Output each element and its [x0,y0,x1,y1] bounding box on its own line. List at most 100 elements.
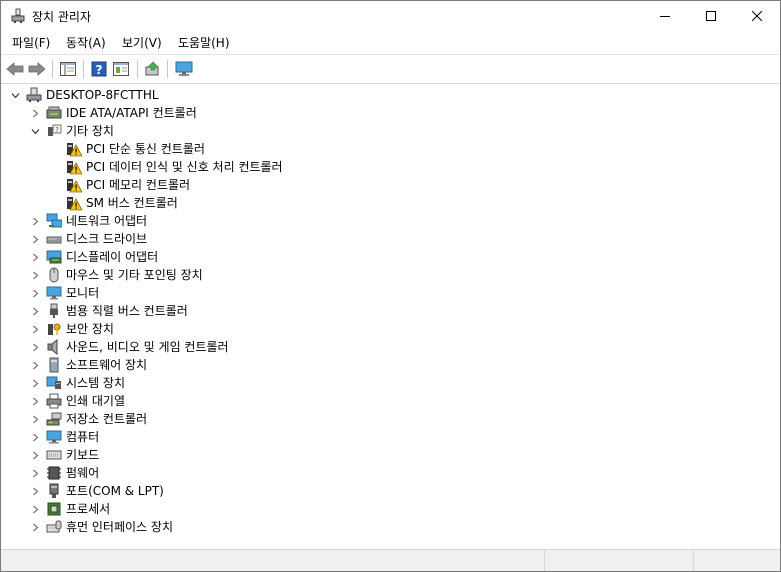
collapsed-chevron-icon[interactable] [29,248,41,266]
tree-node[interactable]: 보안 장치 [29,320,114,338]
svg-text:?: ? [55,126,59,134]
collapsed-chevron-icon[interactable] [29,374,41,392]
display-adapter-icon [45,249,63,265]
menu-action[interactable]: 동작(A) [64,34,108,51]
tree-node-label: IDE ATA/ATAPI 컨트롤러 [66,106,197,120]
tree-node[interactable]: PCI 단순 통신 컨트롤러 [49,140,205,158]
tree-node-label: 시스템 장치 [66,376,126,390]
hid-icon [45,519,63,535]
collapsed-chevron-icon[interactable] [29,356,41,374]
collapsed-chevron-icon[interactable] [29,302,41,320]
close-icon [752,11,762,21]
tree-node[interactable]: 인쇄 대기열 [29,392,125,410]
minimize-icon [660,16,670,17]
scan-hardware-monitor-icon [175,61,193,76]
maximize-button[interactable] [688,1,734,31]
security-device-icon [45,321,63,337]
network-adapter-icon [45,213,63,229]
collapsed-chevron-icon[interactable] [29,410,41,428]
tree-node-label: 디스크 드라이브 [66,232,148,246]
tree-node[interactable]: SM 버스 컨트롤러 [49,194,178,212]
tree-node[interactable]: 모니터 [29,284,99,302]
back-button[interactable] [5,59,25,79]
collapsed-chevron-icon[interactable] [29,500,41,518]
system-device-icon [45,375,63,391]
update-driver-icon [145,61,159,76]
minimize-button-area[interactable] [642,1,688,31]
collapsed-chevron-icon[interactable] [29,392,41,410]
collapsed-chevron-icon[interactable] [29,230,41,248]
warning-device-icon [65,141,83,157]
collapsed-chevron-icon[interactable] [29,104,41,122]
forward-button[interactable] [27,59,47,79]
collapsed-chevron-icon[interactable] [29,482,41,500]
close-button[interactable] [734,1,780,31]
tree-node[interactable]: 휴먼 인터페이스 장치 [29,518,173,536]
tree-node-label: 범용 직렬 버스 컨트롤러 [66,304,188,318]
printer-icon [45,393,63,409]
tree-node[interactable]: 범용 직렬 버스 컨트롤러 [29,302,188,320]
tree-node-label: 모니터 [66,286,100,300]
toolbar-separator [137,60,138,78]
tree-node[interactable]: 펌웨어 [29,464,99,482]
update-driver-button[interactable] [143,59,163,79]
help-button[interactable]: ? [89,59,109,79]
tree-node-label: 보안 장치 [66,322,114,336]
collapsed-chevron-icon[interactable] [29,518,41,536]
tree-node[interactable]: 포트(COM & LPT) [29,482,164,500]
expanded-chevron-icon[interactable] [9,86,21,104]
collapsed-chevron-icon[interactable] [29,446,41,464]
monitor-icon [45,285,63,301]
menu-help[interactable]: 도움말(H) [176,34,232,51]
tree-node-label: 인쇄 대기열 [66,394,126,408]
port-icon [45,483,63,499]
tree-node-label: 프로세서 [66,502,111,516]
ide-controller-icon [45,105,63,121]
tree-node[interactable]: PCI 메모리 컨트롤러 [49,176,190,194]
tree-node[interactable]: 프로세서 [29,500,110,518]
tree-node-label: 기타 장치 [66,124,114,138]
properties-button[interactable] [111,59,131,79]
console-tree-icon [60,62,76,76]
tree-node[interactable]: 키보드 [29,446,99,464]
tree-node-label: 디스플레이 어댑터 [66,250,159,264]
menu-view[interactable]: 보기(V) [120,34,164,51]
collapsed-chevron-icon[interactable] [29,284,41,302]
scan-hardware-button[interactable] [174,59,194,79]
tree-node[interactable]: 디스플레이 어댑터 [29,248,158,266]
collapsed-chevron-icon[interactable] [29,266,41,284]
tree-node[interactable]: 시스템 장치 [29,374,125,392]
show-hide-console-tree-button[interactable] [58,59,78,79]
collapsed-chevron-icon[interactable] [29,428,41,446]
tree-node-label: 네트워크 어댑터 [66,214,148,228]
tree-node[interactable]: PCI 데이터 인식 및 신호 처리 컨트롤러 [49,158,283,176]
tree-node[interactable]: IDE ATA/ATAPI 컨트롤러 [29,104,197,122]
collapsed-chevron-icon[interactable] [29,338,41,356]
tree-node-label: 저장소 컨트롤러 [66,412,148,426]
collapsed-chevron-icon[interactable] [29,212,41,230]
collapsed-chevron-icon[interactable] [29,320,41,338]
tree-node-label: 마우스 및 기타 포인팅 장치 [66,268,203,282]
tree-node[interactable]: 소프트웨어 장치 [29,356,147,374]
keyboard-icon [45,447,63,463]
tree-node[interactable]: ? 기타 장치 [29,122,114,140]
tree-node[interactable]: 사운드, 비디오 및 게임 컨트롤러 [29,338,229,356]
tree-node[interactable]: DESKTOP-8FCTTHL [9,86,159,104]
mouse-icon [45,267,63,283]
unknown-device-icon: ? [45,123,63,139]
tree-node[interactable]: 컴퓨터 [29,428,99,446]
tree-node[interactable]: 저장소 컨트롤러 [29,410,147,428]
device-manager-window: 장치 관리자 파일(F) 동작(A) 보기(V) 도움말(H) ? DESKTO… [0,0,781,572]
software-device-icon [45,357,63,373]
warning-device-icon [65,159,83,175]
tree-node-label: 사운드, 비디오 및 게임 컨트롤러 [66,340,229,354]
collapsed-chevron-icon[interactable] [29,464,41,482]
tree-node[interactable]: 디스크 드라이브 [29,230,147,248]
tree-node[interactable]: 마우스 및 기타 포인팅 장치 [29,266,203,284]
menu-file[interactable]: 파일(F) [10,34,52,51]
tree-node[interactable]: 네트워크 어댑터 [29,212,147,230]
expanded-chevron-icon[interactable] [29,122,41,140]
